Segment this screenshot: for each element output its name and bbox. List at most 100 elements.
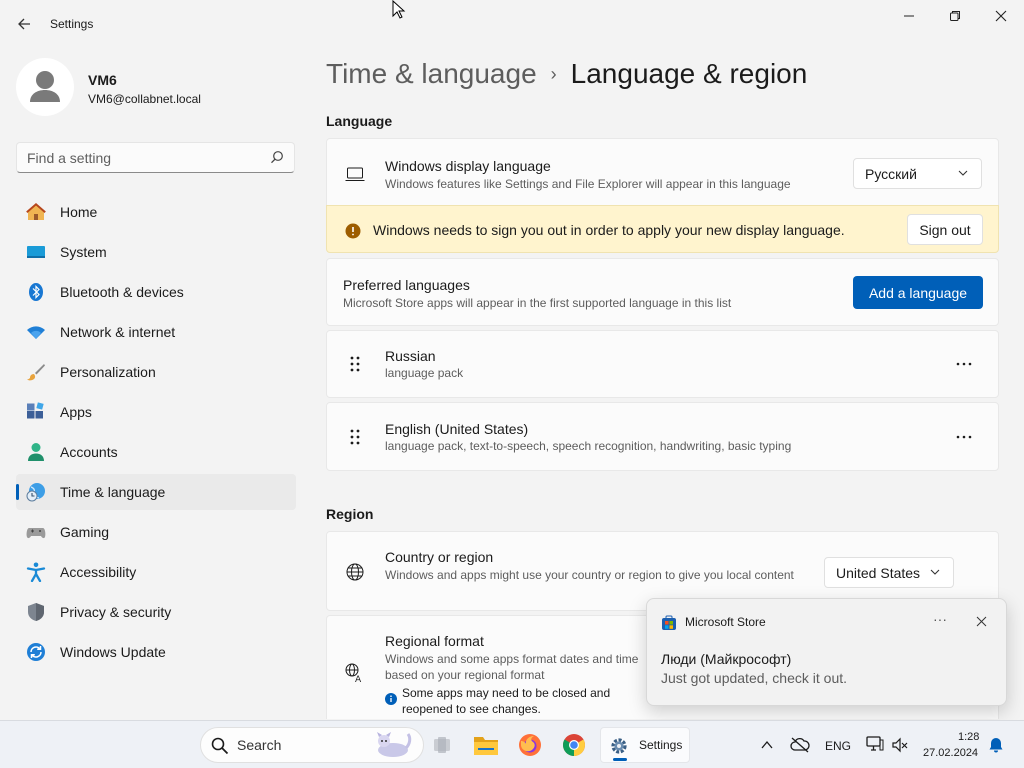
- avatar: [16, 58, 74, 116]
- country-region-value: United States: [836, 564, 921, 581]
- taskbar-chrome[interactable]: [556, 727, 592, 763]
- back-button[interactable]: [12, 12, 36, 36]
- language-item-english[interactable]: English (United States) language pack, t…: [326, 402, 999, 471]
- minimize-button[interactable]: [886, 4, 932, 28]
- taskbar-settings[interactable]: Settings: [600, 727, 690, 763]
- sidebar-item-home[interactable]: Home: [16, 194, 296, 230]
- breadcrumb-parent-link[interactable]: Time & language: [326, 58, 537, 90]
- taskbar-search[interactable]: Search: [200, 727, 424, 763]
- add-language-label: Add a language: [868, 284, 968, 301]
- gamepad-icon: [26, 522, 46, 542]
- clock-time[interactable]: 1:28: [958, 731, 979, 743]
- sidebar-item-system[interactable]: System: [16, 234, 296, 270]
- volume-muted-icon[interactable]: [892, 737, 908, 753]
- chevron-down-icon: [930, 569, 940, 575]
- apps-icon: [26, 402, 46, 422]
- taskbar: Search Settings ENG 1:28 27.02.2024: [0, 720, 1024, 768]
- sidebar-item-accounts[interactable]: Accounts: [16, 434, 296, 470]
- accessibility-icon: [26, 562, 46, 582]
- sidebar-item-label: Accessibility: [60, 564, 137, 580]
- sidebar-item-accessibility[interactable]: Accessibility: [16, 554, 296, 590]
- network-icon[interactable]: [866, 736, 884, 752]
- sign-out-label: Sign out: [919, 221, 971, 238]
- chevron-down-icon: [958, 170, 968, 176]
- sidebar-item-windows-update[interactable]: Windows Update: [16, 634, 296, 670]
- add-language-button[interactable]: Add a language: [853, 276, 983, 309]
- taskbar-firefox[interactable]: [512, 727, 548, 763]
- regional-format-title: Regional format: [385, 633, 484, 649]
- sidebar-item-time-language[interactable]: Time & language: [16, 474, 296, 510]
- microsoft-store-icon: [662, 615, 676, 630]
- title-bar: Settings: [0, 0, 1024, 48]
- sidebar-item-personalization[interactable]: Personalization: [16, 354, 296, 390]
- sidebar-item-network[interactable]: Network & internet: [16, 314, 296, 350]
- window-title: Settings: [50, 17, 94, 31]
- chevron-up-icon[interactable]: [761, 740, 773, 750]
- country-region-dropdown[interactable]: United States: [824, 557, 954, 588]
- brush-icon: [26, 362, 46, 382]
- toast-app-name: Microsoft Store: [685, 615, 766, 629]
- task-view-icon: [434, 737, 450, 753]
- user-email: VM6@collabnet.local: [88, 92, 201, 106]
- toast-notification[interactable]: Microsoft Store ··· Люди (Майкрософт) Ju…: [646, 598, 1007, 706]
- settings-search[interactable]: [16, 142, 295, 173]
- preferred-languages-card: Preferred languages Microsoft Store apps…: [326, 258, 999, 326]
- display-language-desc: Windows features like Settings and File …: [385, 177, 791, 191]
- warning-icon: [343, 221, 363, 241]
- taskbar-file-explorer[interactable]: [468, 727, 504, 763]
- toast-more-button[interactable]: ···: [933, 611, 947, 627]
- notification-bell-icon[interactable]: [988, 737, 1004, 753]
- display-language-value: Русский: [865, 165, 917, 182]
- close-icon: [995, 10, 1007, 22]
- sign-out-button[interactable]: Sign out: [907, 214, 983, 245]
- display-language-dropdown[interactable]: Русский: [853, 158, 982, 189]
- globe-icon: [345, 562, 365, 582]
- restore-button[interactable]: [932, 4, 978, 28]
- gear-icon: [611, 738, 627, 754]
- svg-text:A: A: [355, 675, 362, 683]
- sidebar-item-label: Time & language: [60, 484, 166, 500]
- onedrive-offline-icon[interactable]: [790, 737, 810, 753]
- more-options-icon[interactable]: [956, 358, 972, 370]
- preferred-languages-title: Preferred languages: [343, 277, 470, 293]
- language-item-russian[interactable]: Russian language pack: [326, 330, 999, 398]
- sidebar-item-label: Accounts: [60, 444, 118, 460]
- user-name: VM6: [88, 72, 117, 88]
- back-arrow-icon: [18, 18, 30, 30]
- toast-close-icon[interactable]: [976, 616, 987, 627]
- sidebar-item-label: Bluetooth & devices: [60, 284, 184, 300]
- restore-icon: [950, 11, 960, 21]
- sidebar-item-apps[interactable]: Apps: [16, 394, 296, 430]
- taskbar-task-view[interactable]: [424, 727, 460, 763]
- sidebar-item-label: System: [60, 244, 107, 260]
- shield-icon: [26, 602, 46, 622]
- page-title: Language & region: [570, 58, 808, 89]
- drag-handle-icon[interactable]: [349, 355, 361, 373]
- clock-date[interactable]: 27.02.2024: [923, 747, 978, 759]
- search-input[interactable]: [27, 150, 257, 166]
- toast-body: Just got updated, check it out.: [661, 670, 848, 686]
- info-icon: [385, 693, 397, 705]
- sidebar-item-label: Network & internet: [60, 324, 176, 340]
- sidebar-item-gaming[interactable]: Gaming: [16, 514, 296, 550]
- input-language-indicator[interactable]: ENG: [825, 739, 851, 753]
- bluetooth-icon: [26, 282, 46, 302]
- home-icon: [26, 202, 46, 222]
- preferred-languages-desc: Microsoft Store apps will appear in the …: [343, 296, 732, 310]
- search-icon: [211, 737, 229, 755]
- sidebar-item-bluetooth[interactable]: Bluetooth & devices: [16, 274, 296, 310]
- more-options-icon[interactable]: [956, 431, 972, 443]
- sidebar-item-label: Gaming: [60, 524, 110, 540]
- laptop-icon: [345, 164, 365, 184]
- breadcrumb-separator: ›: [550, 63, 557, 84]
- search-highlight-illustration-icon: [377, 732, 412, 757]
- close-button[interactable]: [978, 4, 1024, 28]
- language-section-heading: Language: [326, 113, 393, 129]
- warning-text: Windows needs to sign you out in order t…: [373, 222, 845, 238]
- country-region-desc: Windows and apps might use your country …: [385, 568, 794, 582]
- time-language-icon: [26, 482, 46, 502]
- sidebar-item-privacy[interactable]: Privacy & security: [16, 594, 296, 630]
- taskbar-settings-label: Settings: [639, 738, 683, 752]
- drag-handle-icon[interactable]: [349, 428, 361, 446]
- language-features: language pack: [385, 366, 464, 380]
